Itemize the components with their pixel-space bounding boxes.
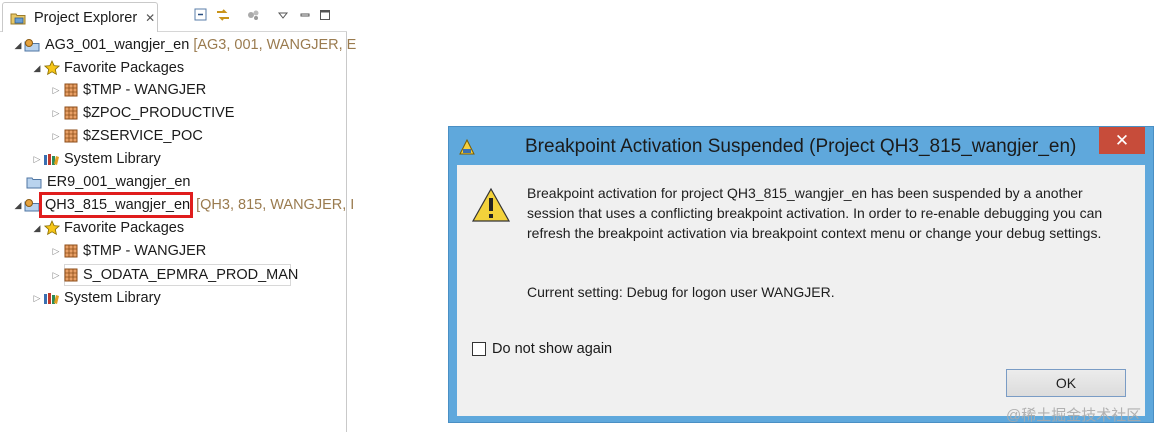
package-icon — [62, 266, 80, 284]
star-icon — [43, 219, 61, 237]
tree-item-label: AG3_001_wangjer_en — [45, 37, 190, 53]
breakpoint-dialog: Breakpoint Activation Suspended (Project… — [448, 126, 1154, 423]
tree-item-label: ER9_001_wangjer_en — [47, 174, 191, 190]
package-icon — [62, 104, 80, 122]
tree-item-package[interactable]: ▷ $ZPOC_PRODUCTIVE — [50, 102, 235, 124]
app-icon — [458, 138, 476, 159]
expanded-arrow-icon[interactable]: ◢ — [12, 200, 24, 211]
folder-icon — [9, 9, 27, 27]
tree-item-label: $ZSERVICE_POC — [83, 128, 203, 144]
project-explorer-header: Project Explorer ✕ — [0, 0, 347, 32]
package-icon — [62, 127, 80, 145]
tree-item-package[interactable]: ▷ $TMP - WANGJER — [50, 240, 207, 262]
checkbox-label: Do not show again — [492, 341, 613, 357]
dialog-message: Breakpoint activation for project QH3_81… — [527, 185, 1103, 241]
dialog-title-bar[interactable]: Breakpoint Activation Suspended (Project… — [449, 127, 1153, 165]
tree-item-label: $ZPOC_PRODUCTIVE — [83, 105, 235, 121]
tree-item-package-selected[interactable]: ▷ S_ODATA_EPMRA_PROD_MAN — [50, 264, 299, 286]
red-highlight-box — [39, 192, 193, 218]
library-icon — [43, 150, 61, 168]
maximize-icon[interactable] — [318, 6, 332, 24]
collapsed-arrow-icon[interactable]: ▷ — [50, 85, 62, 96]
abap-project-icon — [24, 36, 42, 54]
tree-item-favorite-packages[interactable]: ◢ Favorite Packages — [31, 217, 185, 239]
tab-title: Project Explorer — [34, 9, 138, 26]
checkbox-box[interactable] — [472, 342, 486, 356]
collapsed-arrow-icon[interactable]: ▷ — [31, 293, 43, 304]
focus-icon[interactable] — [245, 6, 261, 24]
close-tab-icon[interactable]: ✕ — [145, 11, 155, 25]
expanded-arrow-icon[interactable]: ◢ — [31, 63, 43, 74]
warning-icon — [471, 187, 511, 226]
project-explorer-panel: Project Explorer ✕ ◢ AG3_001_wangjer_en … — [0, 0, 356, 432]
tree-item-project[interactable]: ER9_001_wangjer_en — [26, 171, 191, 193]
tree-item-favorite-packages[interactable]: ◢ Favorite Packages — [31, 57, 185, 79]
watermark: @稀土掘金技术社区 — [1006, 407, 1142, 424]
project-explorer-tab[interactable]: Project Explorer ✕ — [2, 2, 158, 32]
library-icon — [43, 289, 61, 307]
do-not-show-again-checkbox[interactable]: Do not show again — [472, 341, 612, 357]
expanded-arrow-icon[interactable]: ◢ — [31, 223, 43, 234]
minimize-icon[interactable] — [298, 6, 312, 24]
tree-item-label: System Library — [64, 151, 161, 167]
collapsed-arrow-icon[interactable]: ▷ — [50, 108, 62, 119]
collapsed-arrow-icon[interactable]: ▷ — [50, 246, 62, 257]
tree-item-system-library[interactable]: ▷ System Library — [31, 287, 161, 309]
expanded-arrow-icon[interactable]: ◢ — [12, 40, 24, 51]
link-with-editor-icon[interactable] — [214, 6, 232, 24]
collapsed-arrow-icon[interactable]: ▷ — [50, 131, 62, 142]
package-icon — [62, 81, 80, 99]
collapsed-arrow-icon[interactable]: ▷ — [31, 154, 43, 165]
tree-item-decoration: [AG3, 001, WANGJER, E — [193, 37, 357, 53]
package-icon — [62, 242, 80, 260]
current-setting-text: Current setting: Debug for logon user WA… — [527, 284, 835, 300]
tree-item-system-library[interactable]: ▷ System Library — [31, 148, 161, 170]
dialog-title: Breakpoint Activation Suspended (Project… — [525, 136, 1077, 157]
tree-item-label: $TMP - WANGJER — [83, 243, 207, 259]
tree-item-package[interactable]: ▷ $ZSERVICE_POC — [50, 125, 203, 147]
tree-item-package[interactable]: ▷ $TMP - WANGJER — [50, 79, 207, 101]
closed-project-icon — [26, 173, 44, 191]
view-menu-icon[interactable] — [276, 6, 290, 24]
tree-item-decoration: [QH3, 815, WANGJER, I — [196, 197, 355, 213]
close-button[interactable]: ✕ — [1099, 127, 1145, 154]
collapsed-arrow-icon[interactable]: ▷ — [50, 270, 62, 281]
collapse-all-icon[interactable] — [193, 6, 209, 24]
tree-item-label: Favorite Packages — [64, 220, 185, 236]
tree-item-label: $TMP - WANGJER — [83, 82, 207, 98]
tree-item-label: S_ODATA_EPMRA_PROD_MAN — [83, 267, 299, 283]
close-icon: ✕ — [1114, 130, 1130, 150]
dialog-body: Breakpoint activation for project QH3_81… — [457, 165, 1145, 416]
tree-item-label: System Library — [64, 290, 161, 306]
star-icon — [43, 59, 61, 77]
tree-item-project[interactable]: ◢ AG3_001_wangjer_en [AG3, 001, WANGJER,… — [12, 34, 357, 56]
tree-item-label: Favorite Packages — [64, 60, 185, 76]
ok-button[interactable]: OK — [1006, 369, 1126, 397]
